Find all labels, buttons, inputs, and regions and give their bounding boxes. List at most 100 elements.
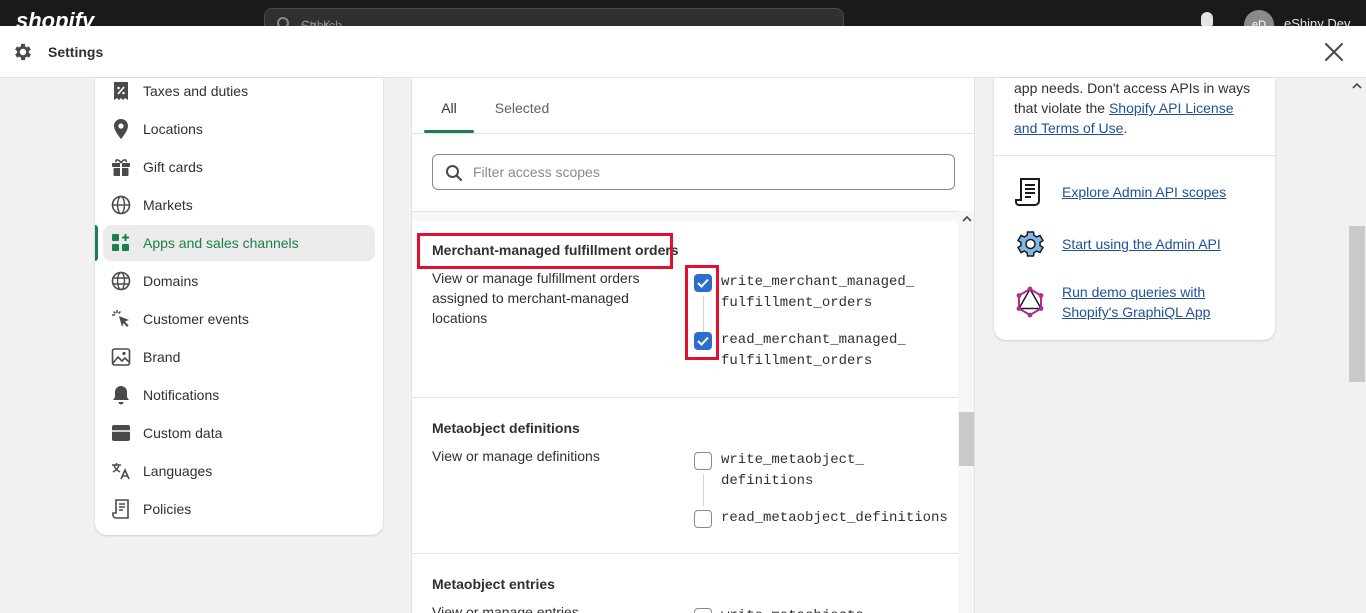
read-metaobject-definitions-permission[interactable]: read_metaobject_definitions: [694, 510, 948, 529]
notification-bell-icon[interactable]: [1201, 12, 1213, 26]
document-icon: [111, 499, 131, 519]
scope-metaobject-entries: Metaobject entries View or manage entrie…: [412, 554, 958, 613]
permission-label-line: write_metaobjects: [721, 606, 864, 613]
gift-icon: [111, 157, 131, 177]
nav-item-customer-events[interactable]: Customer events: [103, 301, 375, 337]
scope-description: View or manage definitions: [432, 448, 600, 464]
search-icon: [277, 17, 289, 26]
permission-label: write_merchant_managed_ fulfillment_orde…: [721, 272, 914, 314]
globe-icon: [111, 271, 131, 291]
write-metaobjects-permission[interactable]: write_metaobjects: [694, 608, 864, 613]
write-metaobject-definitions-checkbox[interactable]: [694, 452, 712, 470]
database-icon: [111, 423, 131, 443]
permission-label-line: fulfillment_orders: [721, 353, 873, 369]
scopes-list-scrollbar[interactable]: [958, 211, 974, 613]
explore-admin-api-scopes-link[interactable]: Explore Admin API scopes: [1062, 182, 1252, 202]
write-metaobjects-checkbox[interactable]: [694, 608, 712, 613]
scope-tabs: All Selected: [412, 78, 974, 134]
tab-all[interactable]: All: [424, 78, 474, 134]
nav-label: Apps and sales channels: [143, 235, 299, 251]
nav-item-locations[interactable]: Locations: [103, 111, 375, 147]
divider: [994, 155, 1275, 156]
page-scrollbar[interactable]: [1348, 78, 1366, 613]
scope-description: View or manage fulfillment orders assign…: [432, 270, 640, 326]
active-tab-indicator: [424, 130, 474, 133]
cursor-click-icon: [111, 309, 131, 329]
list-separator: [412, 211, 974, 221]
scroll-document-icon: [1015, 178, 1040, 206]
explore-admin-api-scopes-row[interactable]: Explore Admin API scopes: [1014, 176, 1252, 208]
nav-item-taxes-and-duties[interactable]: Taxes and duties: [103, 73, 375, 109]
search-icon: [446, 165, 463, 182]
apps-grid-icon: [111, 233, 131, 253]
gear-icon: [15, 43, 31, 61]
gear-cog-icon: [1016, 231, 1045, 257]
nav-label: Taxes and duties: [143, 83, 249, 99]
nav-label: Brand: [143, 349, 181, 365]
globe-markets-icon: [111, 195, 131, 215]
highlight-box-checkboxes: [685, 265, 719, 360]
scope-title: Metaobject entries: [432, 576, 555, 592]
nav-item-markets[interactable]: Markets: [103, 187, 375, 223]
scope-merchant-managed-fulfillment-orders: Merchant-managed fulfillment orders View…: [412, 221, 958, 398]
shopify-logo: shopify: [16, 8, 95, 26]
filter-access-scopes-input[interactable]: [473, 161, 943, 183]
nav-label: Customer events: [143, 311, 249, 327]
write-metaobject-definitions-permission[interactable]: write_metaobject_ definitions: [694, 452, 864, 492]
location-pin-icon: [111, 119, 131, 139]
start-using-admin-api-row[interactable]: Start using the Admin API: [1014, 228, 1252, 260]
scroll-up-arrow-icon[interactable]: [1352, 82, 1362, 90]
permission-label: read_merchant_managed_ fulfillment_order…: [721, 330, 906, 372]
search-shortcut: Ctrl K: [301, 18, 331, 26]
permission-label-line: write_merchant_managed_: [721, 274, 915, 290]
run-demo-queries-link[interactable]: Run demo queries with Shopify's GraphiQL…: [1062, 282, 1252, 322]
permission-label-line: write_metaobject_: [721, 452, 864, 468]
nav-label: Policies: [143, 501, 192, 517]
nav-item-notifications[interactable]: Notifications: [103, 377, 375, 413]
nav-label: Notifications: [143, 387, 220, 403]
admin-search-bar[interactable]: Search Ctrl K: [264, 8, 844, 26]
nav-item-apps-and-sales-channels[interactable]: Apps and sales channels: [103, 225, 375, 261]
modal-title: Settings: [48, 44, 104, 60]
user-name[interactable]: eShiny Dev: [1284, 16, 1350, 26]
permission-label-line: fulfillment_orders: [721, 295, 873, 311]
api-info-panel: app needs. Don't access APIs in ways tha…: [994, 78, 1275, 340]
permission-label-line: definitions: [721, 473, 814, 489]
image-icon: [111, 347, 131, 367]
permission-label: write_metaobject_ definitions: [721, 450, 864, 492]
nav-item-gift-cards[interactable]: Gift cards: [103, 149, 375, 185]
bell-icon: [111, 385, 131, 405]
permission-label-line: read_metaobject_definitions: [721, 510, 948, 526]
nav-item-brand[interactable]: Brand: [103, 339, 375, 375]
access-scopes-panel: All Selected Merchant-managed fulfillmen…: [411, 78, 975, 613]
write-merchant-managed-fulfillment-orders-permission[interactable]: write_merchant_managed_ fulfillment_orde…: [694, 274, 914, 314]
nav-active-indicator: [95, 225, 98, 261]
admin-top-bar: shopify Search Ctrl K eD eShiny Dev: [0, 0, 1366, 26]
nav-label: Markets: [143, 197, 193, 213]
scrollbar-thumb[interactable]: [959, 412, 974, 466]
translate-icon: [111, 461, 131, 481]
highlight-box-scope-title: [417, 233, 673, 269]
scope-title: Metaobject definitions: [432, 420, 580, 436]
nav-label: Languages: [143, 463, 213, 479]
scroll-up-arrow-icon[interactable]: [962, 215, 972, 223]
close-icon[interactable]: [1322, 40, 1346, 64]
read-metaobject-definitions-checkbox[interactable]: [694, 510, 712, 528]
run-demo-queries-row[interactable]: Run demo queries with Shopify's GraphiQL…: [1014, 282, 1252, 322]
nav-item-domains[interactable]: Domains: [103, 263, 375, 299]
read-merchant-managed-fulfillment-orders-permission[interactable]: read_merchant_managed_ fulfillment_order…: [694, 332, 906, 372]
nav-item-languages[interactable]: Languages: [103, 453, 375, 489]
scope-description: View or manage entries: [432, 604, 579, 613]
nav-item-policies[interactable]: Policies: [103, 491, 375, 527]
api-usage-notice: app needs. Don't access APIs in ways tha…: [1014, 78, 1259, 138]
user-avatar[interactable]: eD: [1244, 10, 1274, 26]
scope-metaobject-definitions: Metaobject definitions View or manage de…: [412, 398, 958, 554]
nav-item-custom-data[interactable]: Custom data: [103, 415, 375, 451]
permission-label: read_metaobject_definitions: [721, 508, 948, 529]
notice-text-end: .: [1123, 120, 1128, 136]
filter-access-scopes-field[interactable]: [432, 154, 955, 190]
tab-selected[interactable]: Selected: [488, 78, 556, 134]
start-using-admin-api-link[interactable]: Start using the Admin API: [1062, 234, 1252, 254]
scrollbar-thumb[interactable]: [1349, 226, 1365, 382]
permission-label: write_metaobjects: [721, 606, 864, 613]
